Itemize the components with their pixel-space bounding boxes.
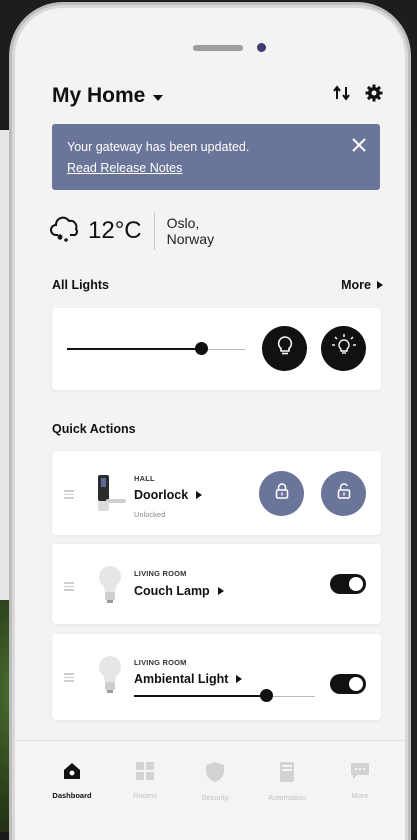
- ambiental-slider-fill: [134, 695, 266, 697]
- quick-action-ambiental-light[interactable]: LIVING ROOM Ambiental Light: [52, 634, 381, 720]
- caret-down-icon: [153, 94, 164, 101]
- triangle-right-icon: [377, 281, 383, 289]
- drag-handle-icon[interactable]: [64, 580, 74, 593]
- doorlock-device-icon: [92, 473, 128, 520]
- ambiental-light-toggle[interactable]: [330, 674, 366, 694]
- tab-label: More: [351, 791, 369, 800]
- more-label: More: [341, 278, 371, 292]
- location-country: Norway: [166, 231, 215, 247]
- couch-lamp-name-link[interactable]: Couch Lamp: [134, 584, 224, 598]
- ambiental-light-room: LIVING ROOM: [134, 658, 187, 667]
- triangle-right-icon: [196, 491, 203, 499]
- quick-actions-title: Quick Actions: [52, 422, 136, 436]
- unlock-button[interactable]: [321, 471, 366, 516]
- tab-label: Security: [201, 793, 229, 802]
- couch-lamp-toggle[interactable]: [330, 574, 366, 594]
- lock-icon: [275, 483, 289, 504]
- location: Oslo, Norway: [167, 215, 214, 247]
- grid-icon: [110, 761, 180, 781]
- phone-device-icon: [252, 761, 322, 783]
- quick-action-doorlock[interactable]: HALL Doorlock Unlocked: [52, 451, 381, 535]
- home-title: My Home: [52, 84, 146, 107]
- bulb-off-icon: [276, 335, 294, 362]
- triangle-right-icon: [217, 587, 224, 595]
- doorlock-name: Doorlock: [134, 488, 189, 502]
- close-icon[interactable]: [352, 138, 366, 157]
- speaker-grille: [193, 45, 243, 51]
- phone-screen: My Home Your gateway has been updated. R…: [15, 8, 405, 840]
- tab-label: Automation: [268, 793, 306, 802]
- tab-automation[interactable]: Automation: [252, 761, 322, 802]
- home-icon: [37, 761, 107, 781]
- tab-label: Dashboard: [52, 791, 92, 800]
- tab-more[interactable]: More: [325, 761, 395, 800]
- ambiental-light-name: Ambiental Light: [134, 672, 229, 686]
- home-selector[interactable]: My Home: [52, 84, 164, 108]
- quick-action-couch-lamp[interactable]: LIVING ROOM Couch Lamp: [52, 544, 381, 624]
- front-camera: [257, 43, 266, 52]
- snow-cloud-icon: [50, 215, 82, 248]
- tab-dashboard[interactable]: Dashboard: [37, 761, 107, 800]
- temperature: 12°C: [88, 217, 142, 244]
- drag-handle-icon[interactable]: [64, 488, 74, 501]
- bottom-tab-bar: Dashboard Rooms Security Automation More: [15, 740, 405, 840]
- lights-more-link[interactable]: More: [341, 278, 383, 292]
- bulb-on-icon: [331, 333, 357, 364]
- couch-lamp-name: Couch Lamp: [134, 584, 210, 598]
- ambiental-light-name-link[interactable]: Ambiental Light: [134, 672, 243, 686]
- chat-icon: [325, 761, 395, 781]
- all-lights-title: All Lights: [52, 278, 109, 292]
- tab-rooms[interactable]: Rooms: [110, 761, 180, 800]
- banner-message: Your gateway has been updated.: [67, 140, 250, 154]
- location-city: Oslo,: [166, 215, 200, 231]
- light-bulb-device-icon: [98, 564, 122, 609]
- lights-on-button[interactable]: [321, 326, 366, 371]
- swap-icon[interactable]: [333, 85, 351, 101]
- unlock-icon: [337, 483, 351, 504]
- all-lights-card: [52, 308, 381, 390]
- ambiental-slider-track: [266, 695, 315, 697]
- shield-icon: [180, 761, 250, 783]
- tab-security[interactable]: Security: [180, 761, 250, 802]
- light-bulb-device-icon: [98, 654, 122, 699]
- doorlock-status: Unlocked: [134, 510, 166, 519]
- couch-lamp-room: LIVING ROOM: [134, 569, 187, 578]
- release-notes-link[interactable]: Read Release Notes: [67, 161, 182, 175]
- tab-label: Rooms: [133, 791, 157, 800]
- lights-slider-fill: [67, 348, 201, 350]
- lights-slider-knob[interactable]: [195, 342, 208, 355]
- update-banner: Your gateway has been updated. Read Rele…: [52, 124, 380, 190]
- gear-icon[interactable]: [365, 84, 383, 102]
- drag-handle-icon[interactable]: [64, 671, 74, 684]
- doorlock-room: HALL: [134, 474, 155, 483]
- header-actions: [333, 84, 383, 102]
- lock-button[interactable]: [259, 471, 304, 516]
- ambiental-slider-knob[interactable]: [260, 689, 273, 702]
- doorlock-name-link[interactable]: Doorlock: [134, 488, 203, 502]
- weather-widget: 12°C Oslo, Norway: [50, 212, 214, 250]
- triangle-right-icon: [236, 675, 243, 683]
- lights-off-button[interactable]: [262, 326, 307, 371]
- weather-divider: [153, 212, 155, 250]
